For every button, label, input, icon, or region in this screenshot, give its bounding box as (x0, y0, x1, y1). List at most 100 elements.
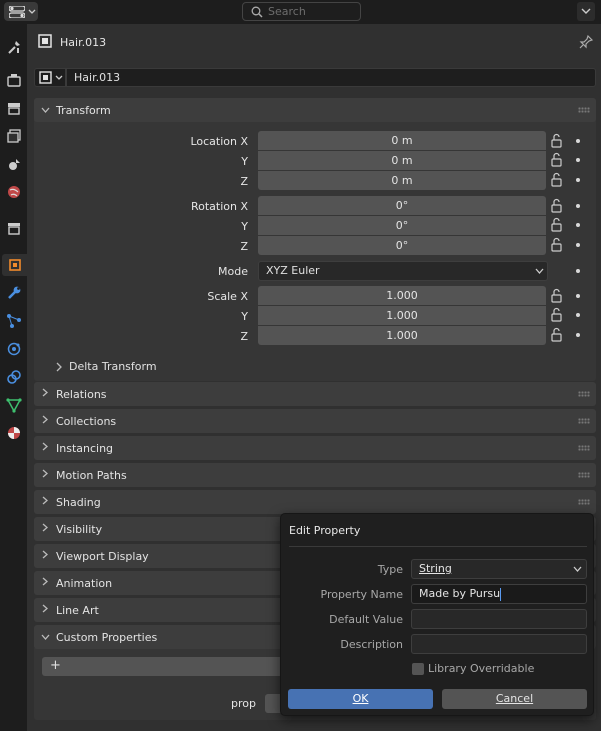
library-overridable-checkbox[interactable]: Library Overridable (412, 662, 534, 675)
lock-icon[interactable] (549, 237, 565, 253)
tab-material[interactable] (3, 422, 24, 444)
default-value-input[interactable] (411, 609, 587, 629)
keyframe-dot-icon[interactable] (576, 243, 580, 247)
render-icon (6, 74, 21, 87)
drag-handle-icon[interactable] (578, 499, 590, 505)
tab-render[interactable] (3, 69, 24, 91)
tab-constraints[interactable] (3, 366, 24, 388)
chevron-right-icon (34, 604, 56, 616)
text-cursor (500, 587, 502, 601)
properties-editor-icon (9, 6, 25, 18)
constraints-icon (6, 370, 21, 384)
relations-panel-title: Relations (56, 387, 107, 401)
location-z-label: Z (240, 175, 248, 188)
type-dropdown[interactable]: String (411, 559, 587, 579)
instancing-panel-header[interactable]: Instancing (34, 436, 596, 460)
relations-panel-header[interactable]: Relations (34, 382, 596, 406)
drag-handle-icon[interactable] (578, 107, 590, 113)
lock-icon[interactable] (549, 152, 565, 168)
tab-data[interactable] (3, 394, 24, 416)
collection-icon (7, 223, 20, 235)
shading-panel-title: Shading (56, 495, 101, 509)
collections-panel-header[interactable]: Collections (34, 409, 596, 433)
tab-physics[interactable] (3, 338, 24, 360)
rotation-mode-value: XYZ Euler (266, 264, 320, 277)
keyframe-dot-icon[interactable] (576, 139, 580, 143)
editor-type-button[interactable] (4, 2, 38, 21)
rotation-mode-dropdown[interactable]: XYZ Euler (258, 261, 548, 281)
location-x-field[interactable]: 0 m (258, 131, 546, 150)
object-icon (39, 71, 52, 84)
cancel-button[interactable]: Cancel (442, 689, 587, 709)
scale-x-field[interactable]: 1.000 (258, 286, 546, 305)
location-z-field[interactable]: 0 m (258, 171, 546, 190)
scale-x-label: Scale X (207, 290, 248, 303)
tab-modifiers[interactable] (3, 282, 24, 304)
pin-icon[interactable] (579, 35, 593, 49)
lock-icon[interactable] (549, 217, 565, 233)
location-y-field[interactable]: 0 m (258, 151, 546, 170)
drag-handle-icon[interactable] (578, 472, 590, 478)
tab-scene[interactable] (3, 153, 24, 175)
tab-output[interactable] (3, 97, 24, 119)
object-name-field[interactable]: Hair.013 (66, 68, 596, 87)
keyframe-dot-icon[interactable] (576, 294, 580, 298)
lock-icon[interactable] (549, 327, 565, 343)
type-label: Type (377, 563, 403, 576)
keyframe-dot-icon[interactable] (576, 313, 580, 317)
motion-paths-panel-header[interactable]: Motion Paths (34, 463, 596, 487)
object-name: Hair.013 (60, 36, 107, 49)
add-property-button[interactable]: + (42, 657, 288, 676)
tab-particles[interactable] (3, 310, 24, 332)
object-icon (8, 259, 21, 271)
rotation-y-field[interactable]: 0° (258, 216, 546, 235)
particles-icon (6, 314, 21, 328)
lock-icon[interactable] (549, 288, 565, 304)
keyframe-dot-icon[interactable] (576, 333, 580, 337)
rotation-x-label: Rotation X (190, 200, 248, 213)
tab-object[interactable] (2, 254, 27, 276)
chevron-down-icon (28, 9, 36, 14)
chevron-right-icon (34, 415, 56, 427)
object-browse-button[interactable] (34, 68, 66, 87)
description-input[interactable] (411, 634, 587, 654)
tab-collection[interactable] (3, 217, 24, 239)
keyframe-dot-icon[interactable] (576, 223, 580, 227)
keyframe-dot-icon[interactable] (576, 269, 580, 273)
drag-handle-icon[interactable] (578, 445, 590, 451)
tool-icon (7, 41, 20, 54)
chevron-right-icon (34, 496, 56, 508)
delta-transform-label: Delta Transform (69, 360, 157, 373)
mode-label: Mode (218, 265, 248, 278)
lock-icon[interactable] (549, 172, 565, 188)
library-overridable-label: Library Overridable (428, 662, 535, 675)
keyframe-dot-icon[interactable] (576, 178, 580, 182)
tab-world[interactable] (3, 181, 24, 203)
lock-icon[interactable] (549, 198, 565, 214)
material-icon (7, 427, 20, 439)
rotation-x-field[interactable]: 0° (258, 196, 546, 215)
drag-handle-icon[interactable] (578, 391, 590, 397)
lock-icon[interactable] (549, 307, 565, 323)
keyframe-dot-icon[interactable] (576, 204, 580, 208)
tab-view-layer[interactable] (3, 125, 24, 147)
property-name-input[interactable]: Made by Pursu (411, 584, 587, 604)
scale-y-field[interactable]: 1.000 (258, 306, 546, 325)
physics-icon (7, 342, 20, 356)
transform-panel-header[interactable]: Transform (34, 98, 596, 122)
shading-panel-header[interactable]: Shading (34, 490, 596, 514)
rotation-y-label: Y (241, 220, 248, 233)
world-icon (7, 186, 20, 198)
mesh-data-icon (5, 398, 22, 413)
delta-transform-subpanel[interactable]: Delta Transform (56, 360, 157, 373)
ok-button[interactable]: OK (288, 689, 433, 709)
scale-z-field[interactable]: 1.000 (258, 326, 546, 345)
search-input[interactable]: Search (242, 2, 361, 21)
rotation-z-field[interactable]: 0° (258, 236, 546, 255)
drag-handle-icon[interactable] (578, 418, 590, 424)
instancing-panel-title: Instancing (56, 441, 114, 455)
keyframe-dot-icon[interactable] (576, 158, 580, 162)
tab-tool[interactable] (3, 36, 24, 58)
lock-icon[interactable] (549, 133, 565, 149)
options-dropdown-button[interactable] (577, 2, 595, 21)
